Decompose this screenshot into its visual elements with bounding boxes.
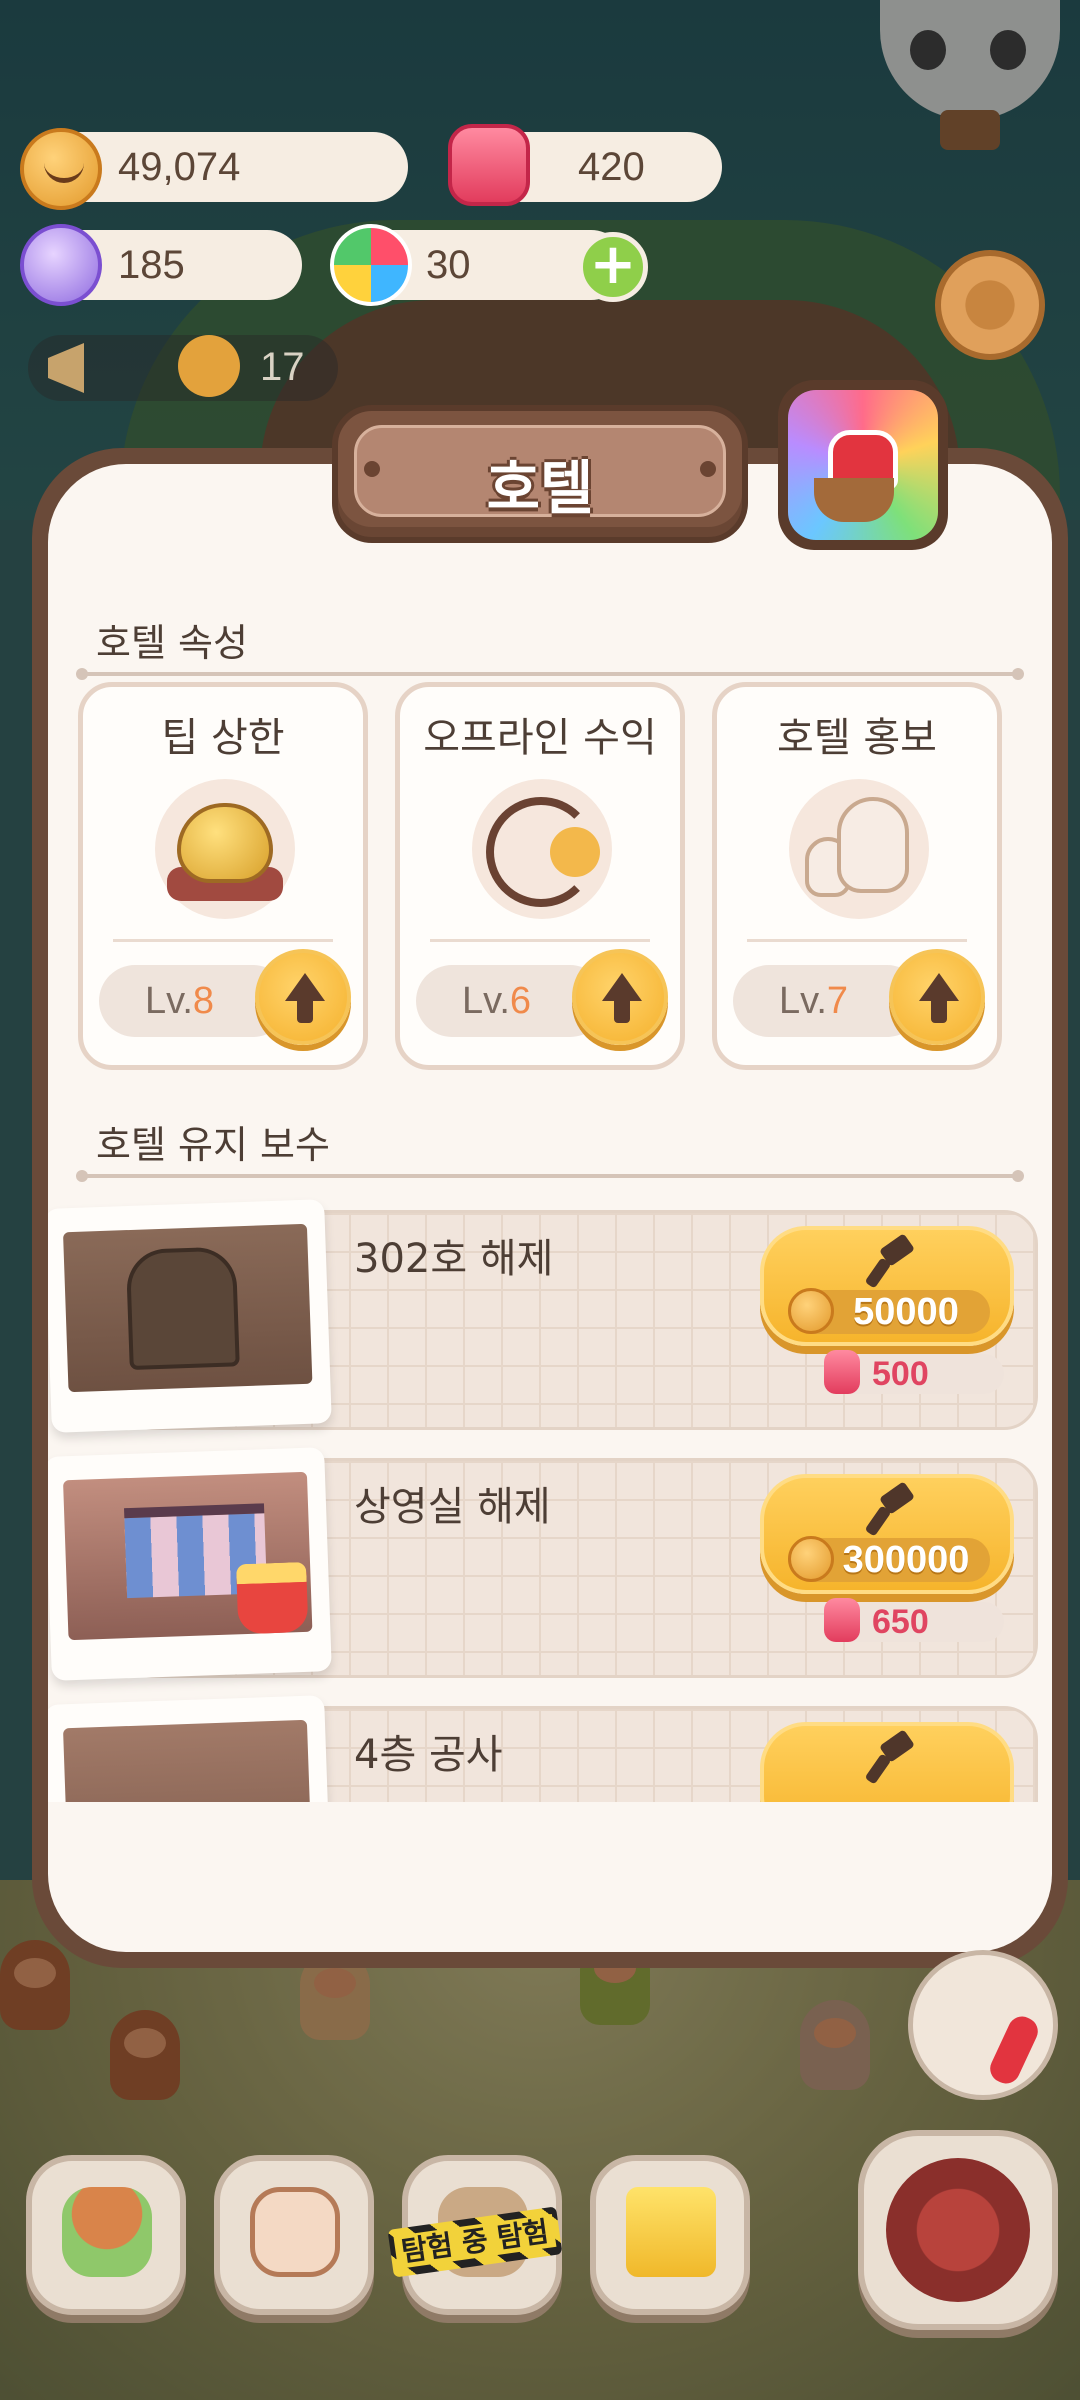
add-clover-button[interactable]: + (578, 232, 648, 302)
nav-diary-button[interactable] (214, 2155, 374, 2315)
clover-count: 30 (426, 242, 471, 287)
attribute-name: 팁 상한 (161, 715, 285, 761)
attribute-name: 호텔 홍보 (777, 715, 937, 761)
hammer-icon (864, 1233, 916, 1289)
unlock-button[interactable] (760, 1722, 1014, 1802)
arrow-up-icon (285, 973, 325, 1001)
cookie-character-icon (178, 335, 240, 397)
attribute-card-tip-limit: 팁 상한 Lv.8 (78, 682, 368, 1070)
notice-bar[interactable]: 17 (28, 335, 338, 401)
candle-count: 420 (578, 144, 645, 189)
section-title-maintenance: 호텔 유지 보수 (96, 1123, 330, 1167)
title-plate: 호텔 (332, 405, 748, 543)
room-photo (48, 1447, 332, 1681)
candle-cost-pill: 650 (824, 1598, 1004, 1642)
upgrade-button[interactable] (572, 949, 668, 1045)
cookie-icon (788, 1536, 834, 1582)
theater-icon (886, 2158, 1030, 2302)
decorate-brush-button[interactable] (778, 380, 948, 550)
room-photo (48, 1695, 332, 1802)
cookie-cost: 300000 (842, 1539, 970, 1581)
candle-icon (824, 1598, 860, 1642)
hammer-icon (864, 1481, 916, 1537)
section-divider (76, 668, 1024, 680)
attribute-name: 오프라인 수익 (423, 715, 657, 761)
upgrade-button[interactable] (889, 949, 985, 1045)
mascot-pair-icon (789, 779, 929, 919)
arrow-up-icon (602, 973, 642, 1001)
attribute-card-hotel-promotion: 호텔 홍보 Lv.7 (712, 682, 1002, 1070)
piggy-bank-icon (155, 779, 295, 919)
candle-cost-pill: 500 (824, 1350, 1004, 1394)
candle-icon (824, 1350, 860, 1394)
candle-icon (448, 124, 530, 206)
list-item: 상영실 해제 300000 650 (48, 1438, 1038, 1681)
diary-heart-icon (250, 2187, 340, 2277)
unlock-button[interactable]: 50000 (760, 1226, 1014, 1346)
nav-house-button[interactable] (26, 2155, 186, 2315)
nav-theater-button[interactable] (858, 2130, 1058, 2330)
clock-cookie-icon (472, 779, 612, 919)
cookie-count: 49,074 (118, 144, 241, 189)
arrow-up-icon (919, 973, 959, 1001)
list-item: 4층 공사 (48, 1686, 1038, 1802)
upgrade-button[interactable] (255, 949, 351, 1045)
list-item: 302호 해제 50000 500 (48, 1190, 1038, 1433)
quest-alert-button[interactable] (908, 1950, 1058, 2100)
exclamation-icon (985, 2011, 1043, 2089)
megaphone-icon (48, 343, 84, 393)
nav-shop-button[interactable] (590, 2155, 750, 2315)
unlock-button[interactable]: 300000 (760, 1474, 1014, 1594)
page-title: 호텔 (486, 454, 594, 522)
item-name: 4층 공사 (354, 1732, 503, 1778)
cookie-icon (788, 1288, 834, 1334)
section-divider (76, 1170, 1024, 1182)
hammer-icon (864, 1729, 916, 1785)
candy-count: 185 (118, 242, 185, 287)
item-name: 302호 해제 (354, 1236, 554, 1282)
clover-icon (330, 224, 412, 306)
cookie-icon (20, 128, 102, 210)
item-name: 상영실 해제 (354, 1484, 551, 1530)
notice-count: 17 (260, 345, 305, 389)
shop-bag-icon (626, 2187, 716, 2277)
attribute-card-offline-income: 오프라인 수익 Lv.6 (395, 682, 685, 1070)
room-photo (48, 1199, 332, 1433)
gear-icon[interactable] (935, 250, 1045, 360)
maintenance-list[interactable]: 302호 해제 50000 500 상영실 해제 300000 650 4층 공… (48, 1190, 1038, 1802)
mushroom-house-icon (62, 2187, 152, 2277)
candy-icon (20, 224, 102, 306)
cookie-cost: 50000 (853, 1291, 959, 1333)
section-title-attributes: 호텔 속성 (96, 621, 248, 665)
